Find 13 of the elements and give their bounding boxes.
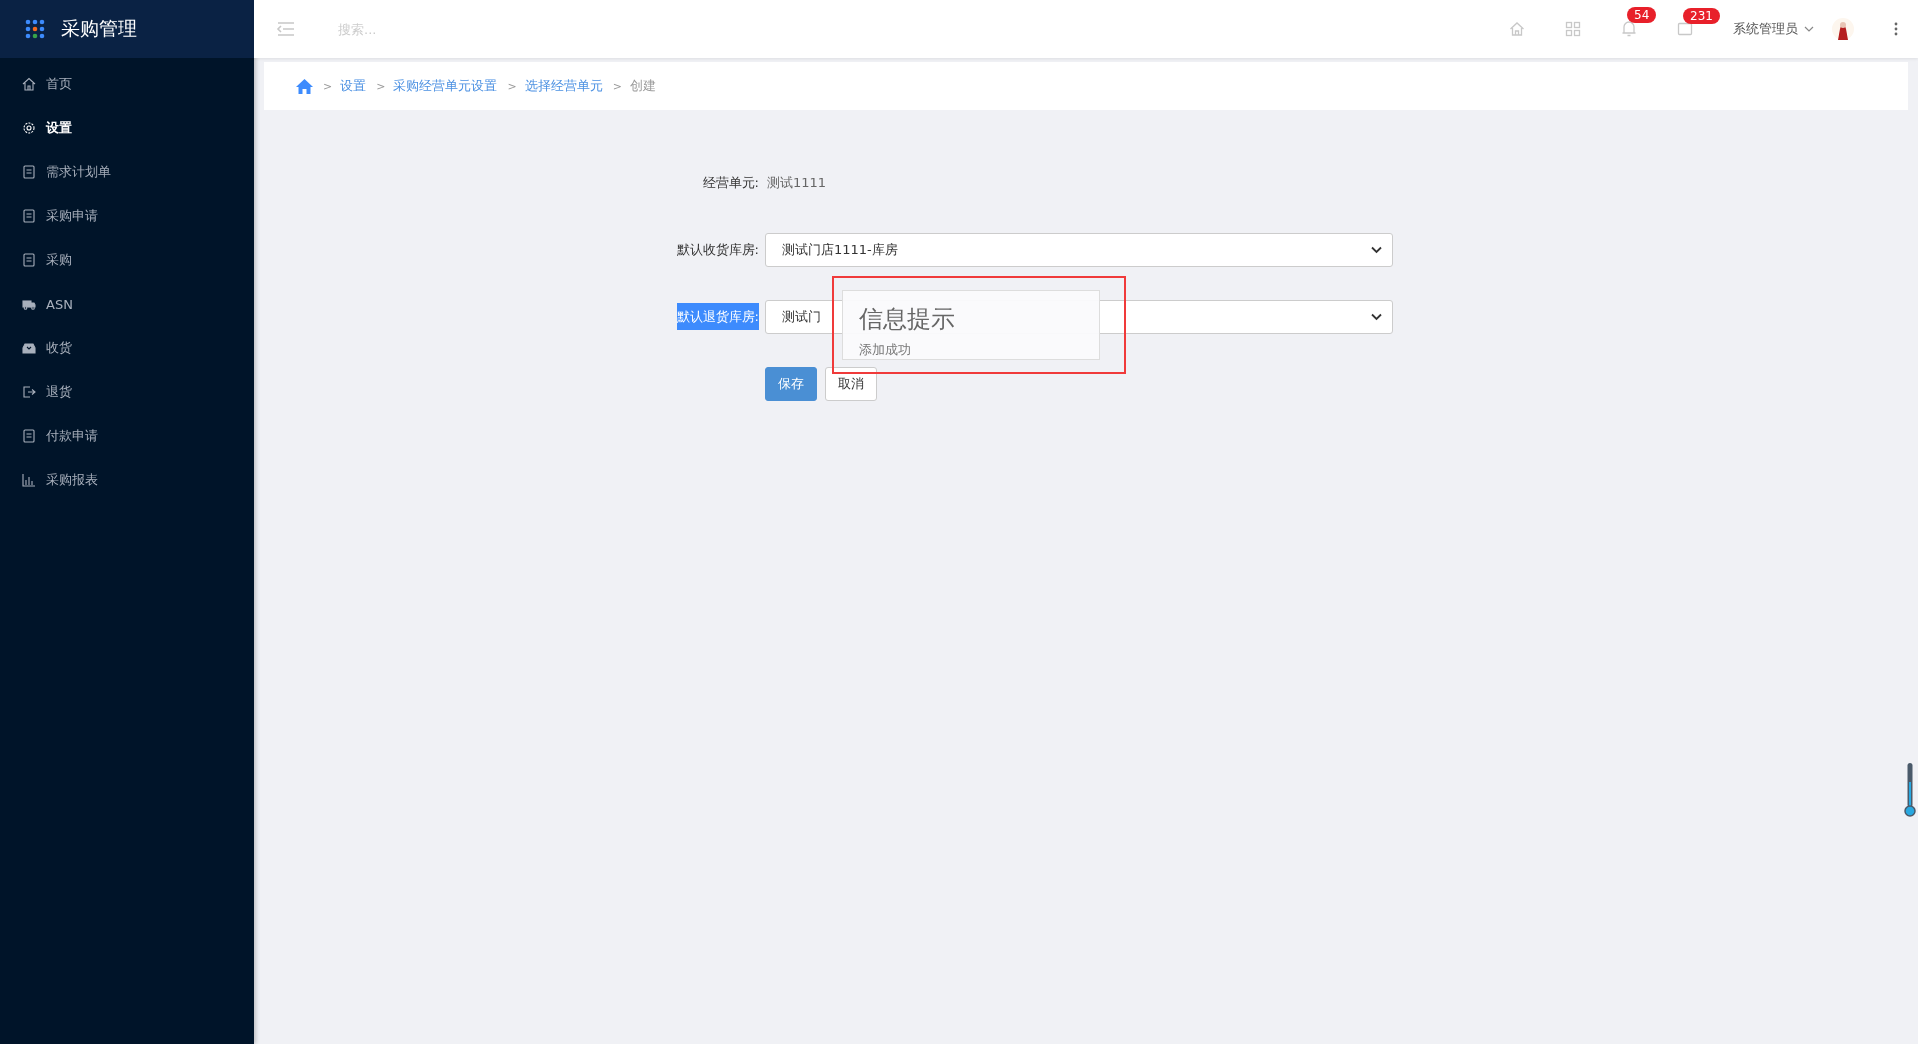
message-badge: 231 — [1683, 8, 1720, 24]
app-title: 采购管理 — [61, 16, 137, 41]
breadcrumb-separator: > — [323, 79, 333, 93]
notification-badge: 54 — [1627, 7, 1657, 23]
field-label: 默认收货库房: — [676, 242, 759, 257]
field-label: 默认退货库房: — [676, 303, 759, 330]
field-label: 经营单元: — [702, 175, 759, 190]
breadcrumb-separator: > — [612, 79, 622, 93]
field-value: 测试1111 — [767, 174, 827, 192]
breadcrumb-separator: > — [376, 79, 386, 93]
dialog-message: 添加成功 — [859, 341, 912, 359]
dialog-title: 信息提示 — [859, 304, 956, 335]
breadcrumb-separator: > — [507, 79, 517, 93]
